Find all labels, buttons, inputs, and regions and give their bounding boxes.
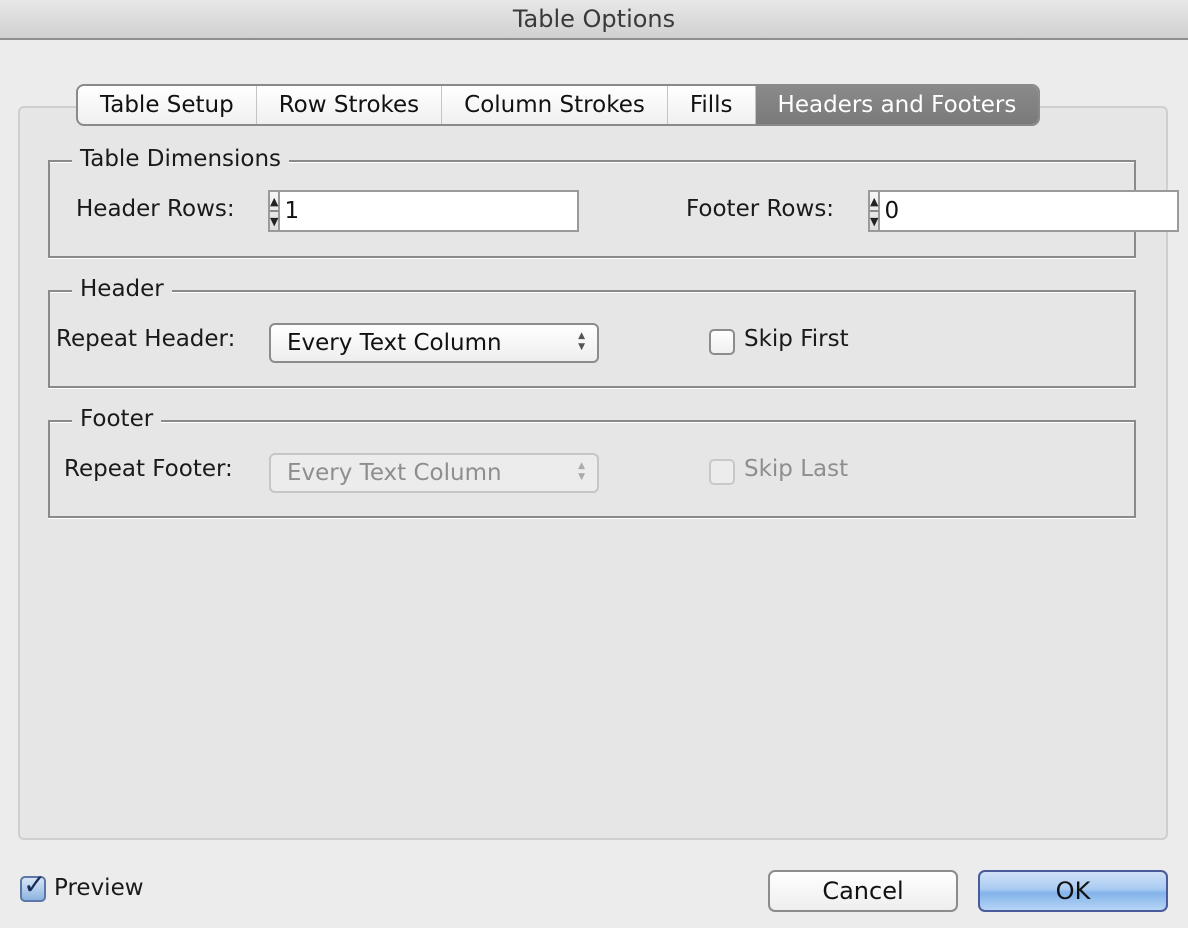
stepper-down-icon[interactable]: ▼ — [870, 212, 878, 230]
header-legend: Header — [72, 272, 172, 306]
tab-row-strokes[interactable]: Row Strokes — [257, 86, 443, 124]
footer-rows-spin: ▲ ▼ — [868, 190, 881, 232]
cancel-button[interactable]: Cancel — [768, 870, 958, 912]
repeat-footer-value: Every Text Column — [287, 460, 502, 486]
checkmark-icon: ✓ — [23, 868, 47, 901]
header-group: Header Repeat Header: Every Text Column … — [48, 272, 1136, 388]
select-arrow-up-icon: ▲ — [578, 461, 585, 471]
tab-fills[interactable]: Fills — [668, 86, 756, 124]
window-title: Table Options — [512, 5, 676, 33]
select-arrows-icon: ▲ ▼ — [578, 331, 585, 353]
skip-first-label: Skip First — [744, 326, 849, 352]
header-rows-label: Header Rows: — [76, 196, 235, 222]
skip-first-checkbox[interactable] — [709, 329, 735, 355]
header-rows-stepper: ▲ ▼ — [268, 190, 580, 232]
tab-headers-and-footers[interactable]: Headers and Footers — [755, 86, 1039, 124]
repeat-header-label: Repeat Header: — [56, 326, 236, 352]
repeat-footer-label: Repeat Footer: — [64, 456, 233, 482]
header-rows-input[interactable] — [280, 190, 580, 232]
footer-rows-input[interactable] — [880, 190, 1180, 232]
window-titlebar: Table Options — [0, 0, 1188, 40]
preview-checkbox[interactable]: ✓ — [20, 868, 46, 902]
skip-last-checkbox — [709, 459, 735, 485]
table-dimensions-legend: Table Dimensions — [72, 142, 290, 176]
stepper-down-icon[interactable]: ▼ — [270, 212, 278, 230]
repeat-header-select[interactable]: Every Text Column ▲ ▼ — [269, 323, 599, 363]
footer-legend: Footer — [72, 402, 162, 436]
header-rows-spin: ▲ ▼ — [268, 190, 281, 232]
preview-label: Preview — [54, 875, 144, 901]
select-arrow-down-icon: ▼ — [578, 342, 585, 352]
repeat-header-value: Every Text Column — [287, 330, 502, 356]
repeat-footer-select: Every Text Column ▲ ▼ — [269, 453, 599, 493]
select-arrow-up-icon: ▲ — [578, 331, 585, 341]
skip-last-label: Skip Last — [744, 456, 849, 482]
select-arrows-icon: ▲ ▼ — [578, 461, 585, 483]
stepper-up-icon[interactable]: ▲ — [870, 192, 879, 212]
table-dimensions-group: Table Dimensions Header Rows: ▲ ▼ Footer… — [48, 142, 1180, 258]
select-arrow-down-icon: ▼ — [578, 472, 585, 482]
tab-bar: Table Setup Row Strokes Column Strokes F… — [76, 84, 1041, 126]
footer-rows-stepper: ▲ ▼ — [868, 190, 1180, 232]
tab-table-setup[interactable]: Table Setup — [78, 86, 257, 124]
footer-rows-label: Footer Rows: — [686, 196, 835, 222]
tab-column-strokes[interactable]: Column Strokes — [442, 86, 668, 124]
footer-group: Footer Repeat Footer: Every Text Column … — [48, 402, 1136, 518]
stepper-up-icon[interactable]: ▲ — [270, 192, 279, 212]
ok-button[interactable]: OK — [978, 870, 1168, 912]
